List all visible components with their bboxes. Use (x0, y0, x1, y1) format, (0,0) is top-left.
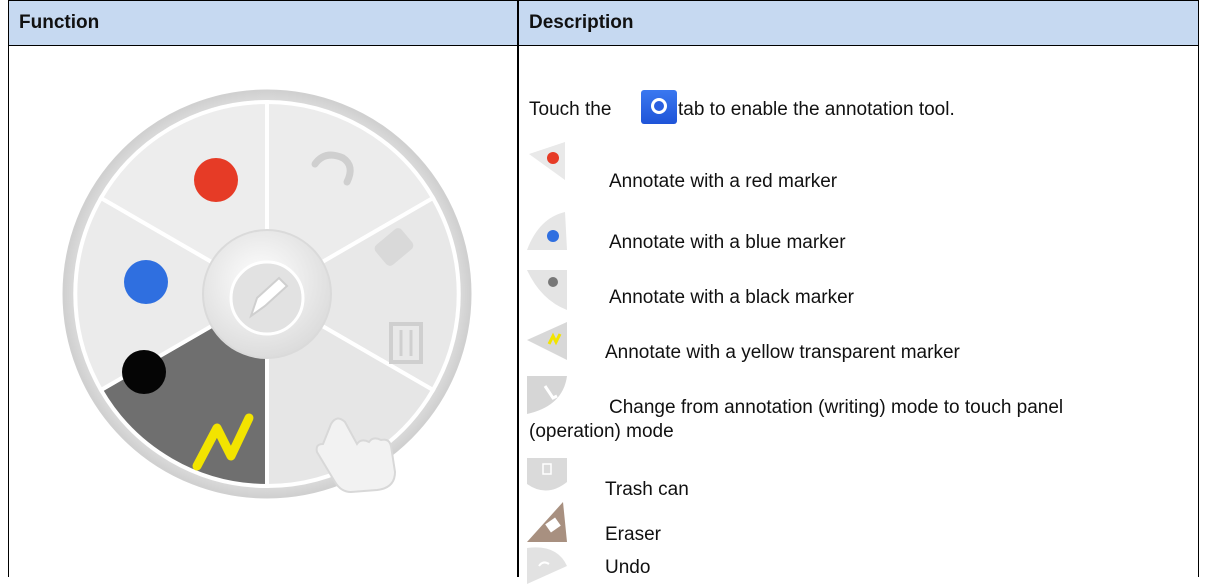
blue-dot-icon (124, 260, 168, 304)
list-item: Eraser (605, 524, 661, 545)
trash-can-icon (527, 458, 567, 491)
red-marker-icon (529, 142, 565, 180)
list-item: Change from annotation (writing) mode to… (529, 397, 1064, 442)
eraser-desc-icon (527, 502, 567, 542)
intro-text-after: tab to enable the annotation tool. (677, 99, 955, 120)
blue-marker-icon (527, 212, 567, 250)
list-item: Annotate with a red marker (609, 171, 838, 192)
intro-text-before: Touch the (529, 99, 612, 120)
function-cell (9, 46, 517, 577)
intro-line: Touch the tab to enable the annotation t… (529, 98, 955, 122)
header-function: Function (19, 12, 100, 33)
list-item: Trash can (605, 479, 689, 500)
function-table: Function Description Touch the tab to en… (8, 0, 1199, 584)
description-cell: Touch the tab to enable the annotation t… (519, 46, 1198, 584)
list-item: Annotate with a yellow transparent marke… (605, 342, 960, 363)
list-item: Annotate with a blue marker (609, 232, 846, 253)
list-item: Undo (605, 557, 651, 578)
annotation-tab-icon[interactable] (641, 90, 677, 124)
header-description: Description (529, 12, 634, 33)
table-header: Function Description (9, 0, 1198, 46)
list-item: Annotate with a black marker (609, 287, 855, 308)
black-dot-icon (122, 350, 166, 394)
annotation-menu-wheel (62, 89, 472, 499)
undo-desc-icon (527, 547, 567, 584)
black-marker-icon (527, 270, 567, 310)
yellow-marker-icon (527, 322, 567, 360)
red-dot-icon (194, 158, 238, 202)
